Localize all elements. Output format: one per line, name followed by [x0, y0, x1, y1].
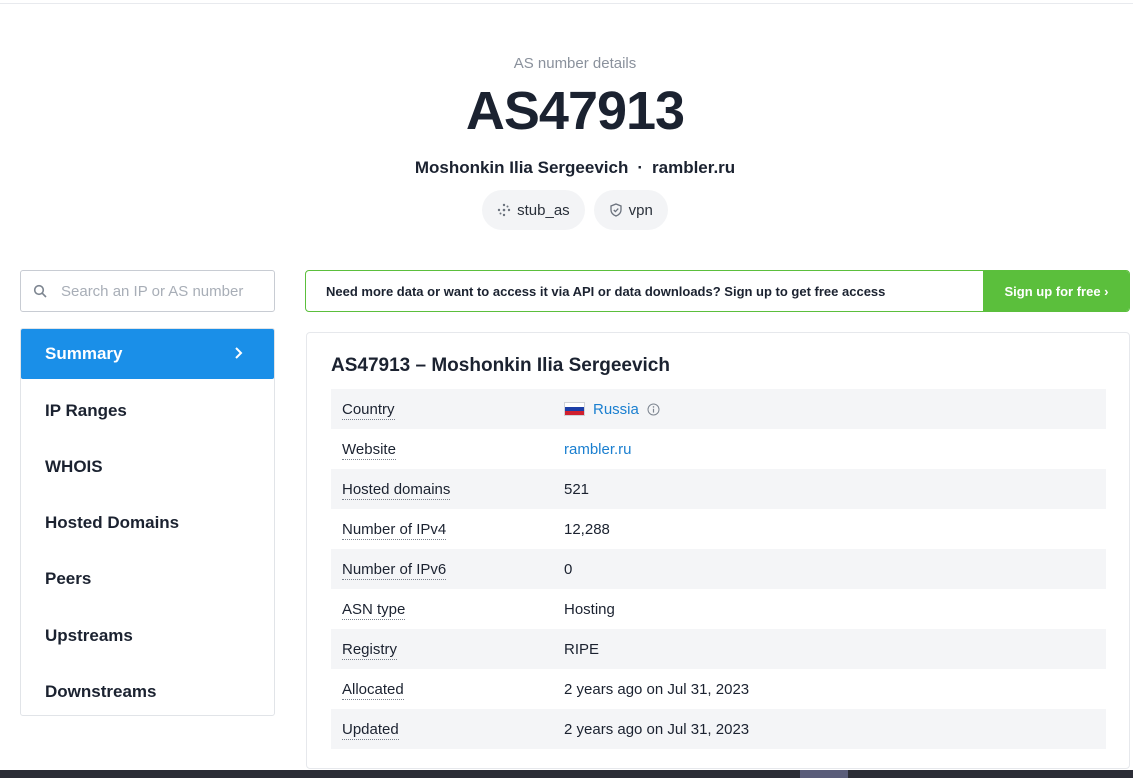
shield-check-icon — [610, 203, 622, 217]
row-key: ASN type — [331, 600, 564, 620]
sidebar-item-label: Summary — [45, 344, 123, 363]
tag-list: stub_as vpn — [0, 190, 1133, 230]
as-subtitle: Moshonkin Ilia Sergeevich · rambler.ru — [0, 158, 1133, 178]
row-key-label: ASN type — [342, 600, 406, 620]
row-value: Hosting — [564, 600, 615, 618]
website-link[interactable]: rambler.ru — [564, 441, 632, 458]
table-row: Updated 2 years ago on Jul 31, 2023 — [331, 709, 1106, 749]
eyebrow-label: AS number details — [513, 55, 637, 72]
row-key: Hosted domains — [331, 480, 564, 500]
table-row: Allocated 2 years ago on Jul 31, 2023 — [331, 669, 1106, 709]
info-icon[interactable] — [647, 403, 660, 416]
row-key: Country — [331, 400, 564, 420]
summary-card: AS47913 – Moshonkin Ilia Sergeevich Coun… — [306, 332, 1130, 769]
bottom-bar-handle[interactable] — [800, 770, 848, 778]
row-value: RIPE — [564, 640, 600, 658]
search-input[interactable] — [61, 282, 261, 300]
row-value: Russia — [564, 401, 660, 418]
tag-stub-as[interactable]: stub_as — [482, 190, 585, 230]
sidebar-item-summary[interactable]: Summary — [21, 329, 274, 379]
row-key-label: Hosted domains — [342, 480, 451, 500]
tag-label: vpn — [628, 201, 653, 219]
row-key-label: Country — [342, 400, 395, 420]
sidebar-nav: Summary IP Ranges WHOIS Hosted Domains P… — [20, 328, 275, 716]
row-value: rambler.ru — [564, 441, 632, 458]
row-key-label: Number of IPv4 — [342, 520, 447, 540]
row-value: 0 — [564, 560, 573, 578]
search-box[interactable] — [20, 270, 275, 312]
sidebar-item-upstreams[interactable]: Upstreams — [21, 611, 274, 661]
row-value: 521 — [564, 480, 590, 498]
sidebar-item-label: Upstreams — [45, 626, 133, 645]
table-row: Website rambler.ru — [331, 429, 1106, 469]
row-key-label: Number of IPv6 — [342, 560, 447, 580]
summary-title: AS47913 – Moshonkin Ilia Sergeevich — [331, 355, 670, 376]
signup-button[interactable]: Sign up for free › — [983, 271, 1129, 311]
row-value: 12,288 — [564, 520, 610, 538]
table-row: Registry RIPE — [331, 629, 1106, 669]
sidebar-item-label: Hosted Domains — [45, 513, 180, 532]
sidebar-item-peers[interactable]: Peers — [21, 554, 274, 604]
russia-flag-icon — [564, 402, 585, 416]
tag-vpn[interactable]: vpn — [593, 190, 668, 230]
country-link[interactable]: Russia — [593, 401, 639, 418]
row-key-label: Updated — [342, 720, 399, 740]
summary-table: Country Russia Website rambler.ru Hosted… — [331, 389, 1106, 749]
search-icon — [33, 284, 47, 298]
subtitle-separator: · — [637, 158, 644, 177]
row-value: 2 years ago on Jul 31, 2023 — [564, 680, 750, 698]
table-row: Number of IPv4 12,288 — [331, 509, 1106, 549]
tag-label: stub_as — [517, 201, 570, 219]
row-key-label: Website — [342, 440, 396, 460]
page-title: AS47913 — [465, 81, 685, 141]
table-row: Number of IPv6 0 — [331, 549, 1106, 589]
sidebar-item-label: Downstreams — [45, 682, 157, 701]
org-domain: rambler.ru — [652, 158, 736, 177]
sidebar-item-label: WHOIS — [45, 457, 103, 476]
sidebar-item-downstreams[interactable]: Downstreams — [21, 667, 274, 717]
sidebar-item-label: Peers — [45, 569, 92, 588]
row-key: Updated — [331, 720, 564, 740]
row-key-label: Allocated — [342, 680, 404, 700]
row-key: Number of IPv6 — [331, 560, 564, 580]
sidebar-item-ip-ranges[interactable]: IP Ranges — [21, 386, 274, 436]
banner-text: Need more data or want to access it via … — [326, 283, 886, 299]
signup-banner: Need more data or want to access it via … — [305, 270, 1130, 312]
bottom-bar — [0, 770, 1133, 778]
row-key: Registry — [331, 640, 564, 660]
row-key: Number of IPv4 — [331, 520, 564, 540]
sidebar-item-whois[interactable]: WHOIS — [21, 442, 274, 492]
table-row: Country Russia — [331, 389, 1106, 429]
network-dots-icon — [497, 203, 511, 217]
row-key-label: Registry — [342, 640, 398, 660]
row-key: Allocated — [331, 680, 564, 700]
top-divider — [0, 3, 1133, 4]
sidebar-item-label: IP Ranges — [45, 401, 127, 420]
table-row: Hosted domains 521 — [331, 469, 1106, 509]
chevron-right-icon — [235, 347, 243, 359]
sidebar-item-hosted-domains[interactable]: Hosted Domains — [21, 498, 274, 548]
row-value: 2 years ago on Jul 31, 2023 — [564, 720, 750, 738]
table-row: ASN type Hosting — [331, 589, 1106, 629]
row-key: Website — [331, 440, 564, 460]
org-name: Moshonkin Ilia Sergeevich — [414, 158, 629, 177]
